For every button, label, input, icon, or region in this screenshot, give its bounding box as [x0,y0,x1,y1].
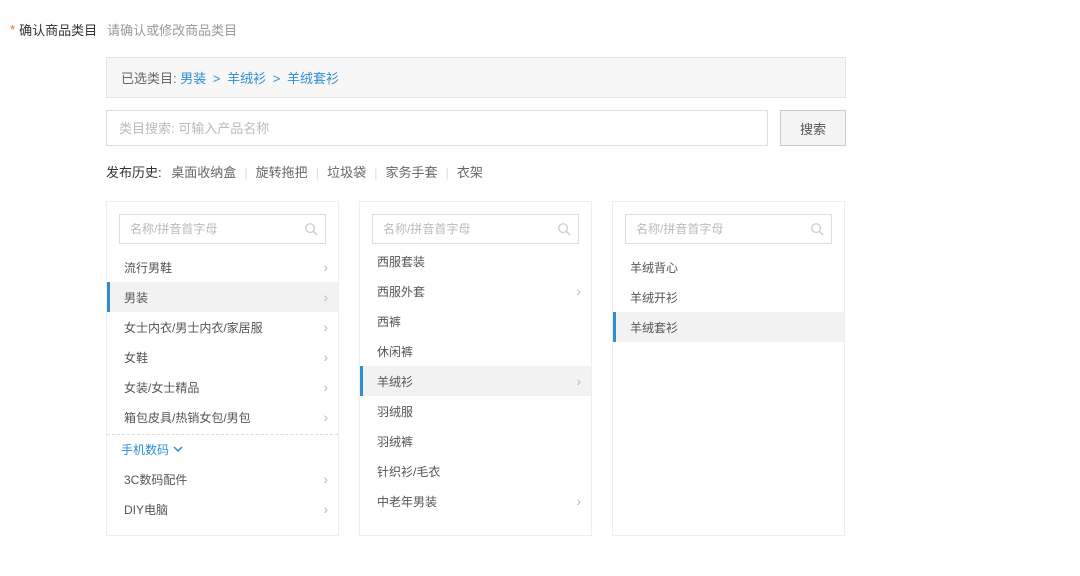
category-item[interactable]: 针织衫/毛衣 [360,456,591,486]
category-item-label: 3C数码配件 [124,471,187,488]
required-star: * [10,22,15,37]
category-item-label: 西裤 [377,313,401,330]
category-item[interactable]: 羊绒套衫 [613,312,844,342]
category-item[interactable]: 女鞋 › [107,342,338,372]
page-title: 确认商品类目 [19,20,97,39]
history-label: 发布历史: [106,165,162,180]
category-column-2: 西服套装西服外套 › 西裤休闲裤羊绒衫 › 羽绒服羽绒裤针织衫/毛衣中老年男装 › [359,201,592,536]
breadcrumb-link[interactable]: 男装 [180,71,206,86]
breadcrumb-link[interactable]: 羊绒衫 [227,71,266,86]
breadcrumb: 男装 > 羊绒衫 > 羊绒套衫 [180,71,339,86]
category-item-label: 西服套装 [377,253,425,270]
chevron-right-icon: › [323,349,328,365]
category-item-label: 羊绒开衫 [630,289,678,306]
chevron-right-icon: › [323,259,328,275]
category-item[interactable]: 羽绒裤 [360,426,591,456]
group-header-label: 手机数码 [121,441,169,458]
chevron-right-icon: › [576,283,581,299]
category-item[interactable]: 3C数码配件 › [107,464,338,494]
history-sep: | [316,165,319,180]
category-item[interactable]: DIY电脑 › [107,494,338,524]
category-column-1: 流行男鞋›男装›女士内衣/男士内衣/家居服›女鞋›女装/女士精品›箱包皮具/热销… [106,201,339,536]
history-sep: | [374,165,377,180]
category-item[interactable]: 休闲裤 [360,336,591,366]
category-item[interactable]: 羊绒开衫 [613,282,844,312]
category-item-label: 女鞋 [124,349,148,366]
category-item[interactable]: 中老年男装 › [360,486,591,516]
history-sep: | [445,165,448,180]
chevron-right-icon: › [323,409,328,425]
category-item-label: 休闲裤 [377,343,413,360]
chevron-right-icon: › [323,379,328,395]
chevron-right-icon: › [323,471,328,487]
category-item-label: 中老年男装 [377,493,437,510]
category-item-label: DIY电脑 [124,501,168,518]
selected-label: 已选类目: [121,71,177,86]
col1-list[interactable]: 流行男鞋›男装›女士内衣/男士内衣/家居服›女鞋›女装/女士精品›箱包皮具/热销… [107,252,338,535]
category-item-label: 女装/女士精品 [124,379,199,396]
category-item-label: 羽绒服 [377,403,413,420]
chevron-right-icon: › [576,493,581,509]
category-group-header[interactable]: 手机数码 [107,434,338,464]
category-item-label: 女士内衣/男士内衣/家居服 [124,319,263,336]
category-item[interactable]: 羊绒衫 › [360,366,591,396]
chevron-right-icon: › [323,501,328,517]
category-item[interactable]: 西服套装 [360,252,591,276]
category-item[interactable]: 羽绒服 [360,396,591,426]
category-item[interactable]: 流行男鞋 › [107,252,338,282]
category-item-label: 流行男鞋 [124,259,172,276]
history-item[interactable]: 桌面收纳盒 [171,165,236,180]
breadcrumb-sep: > [273,71,281,86]
history-item[interactable]: 家务手套 [385,165,437,180]
chevron-right-icon: › [323,289,328,305]
chevron-right-icon: › [323,319,328,335]
history-item[interactable]: 垃圾袋 [327,165,366,180]
col2-list[interactable]: 西服套装西服外套 › 西裤休闲裤羊绒衫 › 羽绒服羽绒裤针织衫/毛衣中老年男装 › [360,252,591,535]
publish-history: 发布历史: 桌面收纳盒 | 旋转拖把 | 垃圾袋 | 家务手套 | 衣架 [106,162,846,181]
category-item-label: 西服外套 [377,283,425,300]
category-item[interactable]: 女装/女士精品 › [107,372,338,402]
breadcrumb-link[interactable]: 羊绒套衫 [287,71,339,86]
chevron-down-icon [173,443,183,457]
category-item[interactable]: 箱包皮具/热销女包/男包 › [107,402,338,432]
category-item[interactable]: 西裤 [360,306,591,336]
category-item-label: 羊绒衫 [377,373,413,390]
category-item-label: 羊绒背心 [630,259,678,276]
history-sep: | [244,165,247,180]
category-item[interactable]: 羊绒背心 [613,252,844,282]
history-item[interactable]: 衣架 [457,165,483,180]
selected-category-box: 已选类目: 男装 > 羊绒衫 > 羊绒套衫 [106,57,846,98]
breadcrumb-sep: > [213,71,221,86]
col3-list[interactable]: 羊绒背心羊绒开衫羊绒套衫 [613,252,844,535]
category-item-label: 箱包皮具/热销女包/男包 [124,409,251,426]
category-search-input[interactable] [106,110,768,146]
col1-filter-input[interactable] [119,214,326,244]
category-column-3: 羊绒背心羊绒开衫羊绒套衫 [612,201,845,536]
category-item-label: 男装 [124,289,148,306]
category-item[interactable]: 男装 › [107,282,338,312]
col2-filter-input[interactable] [372,214,579,244]
page-subtitle: 请确认或修改商品类目 [107,20,237,39]
category-item[interactable]: 女士内衣/男士内衣/家居服 › [107,312,338,342]
category-item-label: 针织衫/毛衣 [377,463,440,480]
category-item[interactable]: 西服外套 › [360,276,591,306]
chevron-right-icon: › [576,373,581,389]
category-item-label: 羊绒套衫 [630,319,678,336]
col3-filter-input[interactable] [625,214,832,244]
history-item[interactable]: 旋转拖把 [256,165,308,180]
category-item-label: 羽绒裤 [377,433,413,450]
search-button[interactable]: 搜索 [780,110,846,146]
